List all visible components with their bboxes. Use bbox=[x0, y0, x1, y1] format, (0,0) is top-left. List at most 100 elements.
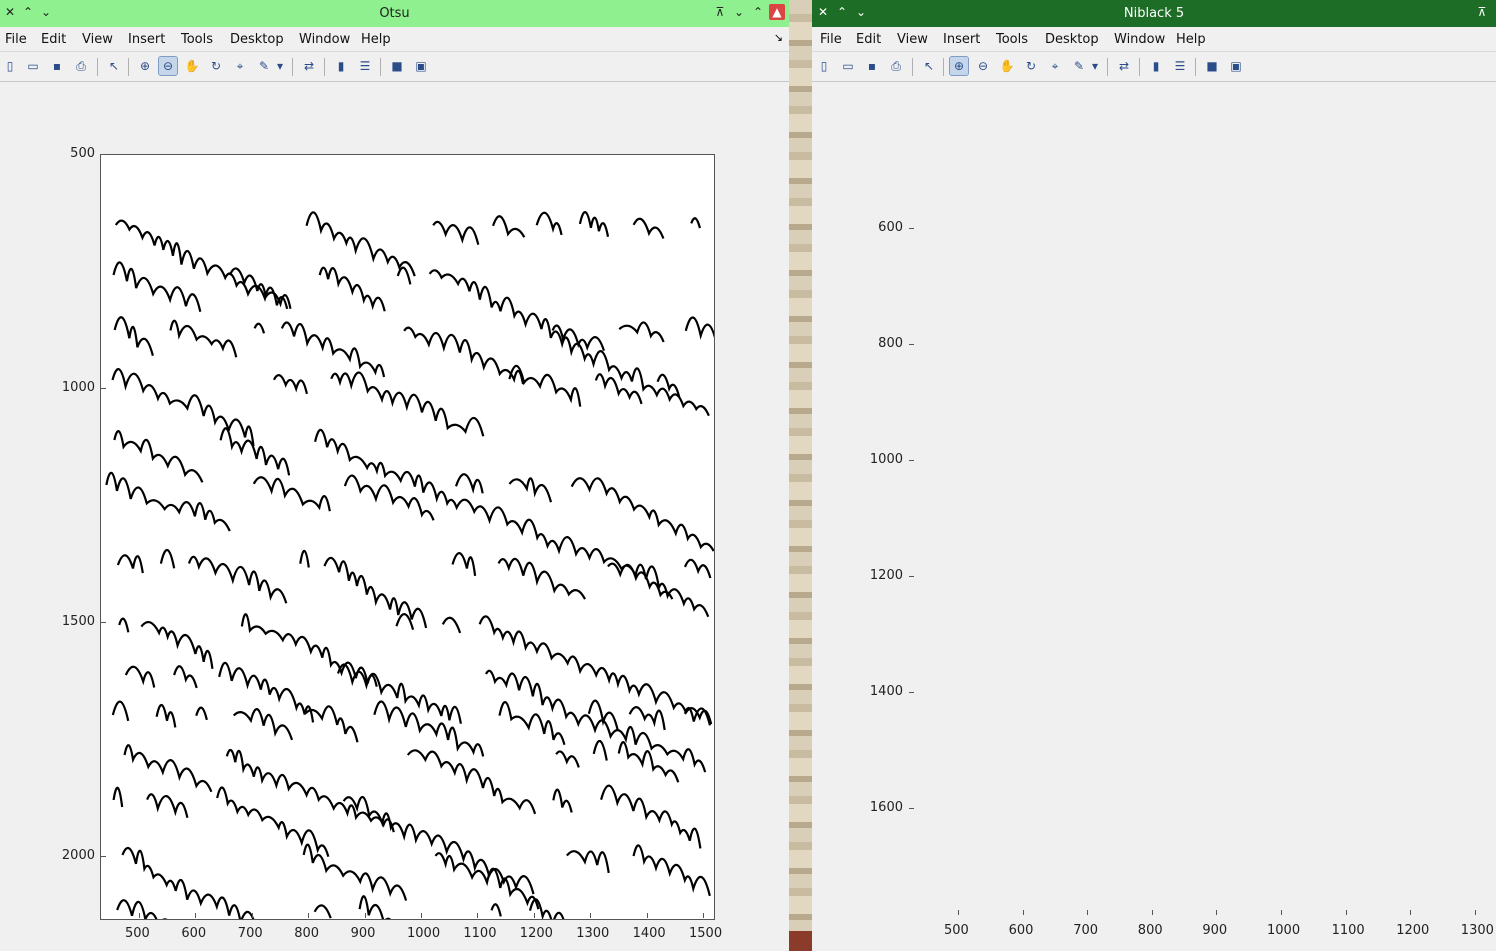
y-tick-mark bbox=[101, 154, 106, 155]
background-document-strip bbox=[789, 0, 812, 951]
menu-edit[interactable]: Edit bbox=[41, 32, 66, 47]
print-icon[interactable]: ⎙ bbox=[72, 57, 90, 75]
x-tick-mark bbox=[1216, 910, 1218, 915]
brush-dropdown-icon[interactable]: ▾ bbox=[275, 57, 285, 75]
x-tick-label: 1300 bbox=[576, 926, 610, 941]
data-cursor-icon[interactable]: ⌖ bbox=[1046, 57, 1064, 75]
save-icon[interactable]: ▪ bbox=[863, 57, 881, 75]
x-tick-mark bbox=[1281, 910, 1282, 915]
new-file-icon[interactable]: ▯ bbox=[1, 57, 19, 75]
save-icon[interactable]: ▪ bbox=[48, 57, 66, 75]
rotate-3d-icon[interactable]: ↻ bbox=[207, 57, 225, 75]
x-tick-label: 700 bbox=[1073, 923, 1099, 938]
x-tick-label: 1200 bbox=[1396, 923, 1430, 938]
brush-icon[interactable]: ✎ bbox=[255, 57, 273, 75]
zoom-in-icon[interactable]: ⊕ bbox=[136, 57, 154, 75]
x-tick-label: 900 bbox=[1202, 923, 1228, 938]
handwriting-stroke bbox=[121, 843, 711, 919]
menu-insert[interactable]: Insert bbox=[128, 32, 165, 47]
x-tick-label: 500 bbox=[125, 926, 150, 941]
rotate-3d-icon[interactable]: ↻ bbox=[1022, 57, 1040, 75]
legend-icon[interactable]: ☰ bbox=[1171, 57, 1189, 75]
y-tick-label: 1500 bbox=[61, 614, 95, 629]
x-tick-mark bbox=[308, 913, 310, 918]
new-file-icon[interactable]: ▯ bbox=[815, 57, 833, 75]
zoom-out-icon[interactable]: ⊖ bbox=[974, 57, 992, 75]
menu-file[interactable]: File bbox=[5, 32, 27, 47]
hide-plot-tools-icon[interactable]: ■ bbox=[1203, 57, 1221, 75]
menu-tools[interactable]: Tools bbox=[996, 32, 1028, 47]
window-title: Otsu bbox=[379, 6, 410, 21]
menu-help[interactable]: Help bbox=[1176, 32, 1206, 47]
pan-hand-icon[interactable]: ✋ bbox=[183, 57, 201, 75]
y-tick-mark bbox=[909, 460, 914, 461]
x-tick-mark bbox=[590, 913, 592, 918]
zoom-out-icon[interactable]: ⊖ bbox=[158, 56, 178, 76]
x-tick-label: 1100 bbox=[1331, 923, 1365, 938]
figure-toolbar: ▯ ▭ ▪ ⎙ ↖ ⊕ ⊖ ✋ ↻ ⌖ ✎ ▾ ⇄ ▮ ☰ ■ ▣ bbox=[812, 52, 1496, 82]
menu-file[interactable]: File bbox=[820, 32, 842, 47]
data-cursor-icon[interactable]: ⌖ bbox=[231, 57, 249, 75]
minimize-icon[interactable]: ⊼ bbox=[712, 4, 728, 20]
app-menu-icon[interactable]: ▲ bbox=[769, 4, 785, 20]
legend-icon[interactable]: ☰ bbox=[356, 57, 374, 75]
x-tick-label: 900 bbox=[350, 926, 376, 941]
open-folder-icon[interactable]: ▭ bbox=[839, 57, 857, 75]
show-plot-tools-icon[interactable]: ▣ bbox=[1227, 57, 1245, 75]
y-tick-mark bbox=[909, 808, 914, 809]
hide-plot-tools-icon[interactable]: ■ bbox=[388, 57, 406, 75]
image-axes-otsu[interactable] bbox=[100, 154, 715, 920]
brush-dropdown-icon[interactable]: ▾ bbox=[1090, 57, 1100, 75]
x-tick-mark bbox=[703, 913, 704, 918]
y-tick-mark bbox=[101, 856, 106, 857]
select-arrow-icon[interactable]: ↖ bbox=[105, 57, 123, 75]
menu-desktop[interactable]: Desktop bbox=[1045, 32, 1099, 47]
handwriting-stroke bbox=[105, 471, 714, 552]
brush-icon[interactable]: ✎ bbox=[1070, 57, 1088, 75]
maximize-icon[interactable]: ⌃ bbox=[750, 4, 766, 20]
select-arrow-icon[interactable]: ↖ bbox=[920, 57, 938, 75]
handwriting-stroke bbox=[113, 427, 710, 618]
handwriting-stroke bbox=[116, 212, 714, 309]
print-icon[interactable]: ⎙ bbox=[887, 57, 905, 75]
figure-window-niblack: ✕ ⌃ ⌄ Niblack 5 ⊼ File Edit View Insert … bbox=[812, 0, 1496, 951]
handwriting-stroke bbox=[114, 786, 714, 894]
x-tick-mark bbox=[1087, 910, 1089, 915]
menu-view[interactable]: View bbox=[82, 32, 113, 47]
link-plot-icon[interactable]: ⇄ bbox=[300, 57, 318, 75]
handwriting-stroke bbox=[114, 262, 714, 415]
x-tick-mark bbox=[1474, 910, 1476, 915]
colorbar-icon[interactable]: ▮ bbox=[332, 57, 350, 75]
x-tick-label: 700 bbox=[237, 926, 263, 941]
menu-desktop[interactable]: Desktop bbox=[230, 32, 284, 47]
menu-insert[interactable]: Insert bbox=[943, 32, 980, 47]
link-plot-icon[interactable]: ⇄ bbox=[1115, 57, 1133, 75]
zoom-in-icon[interactable]: ⊕ bbox=[949, 56, 969, 76]
y-tick-label: 1000 bbox=[61, 380, 95, 395]
pan-hand-icon[interactable]: ✋ bbox=[998, 57, 1016, 75]
figure-toolbar: ▯ ▭ ▪ ⎙ ↖ ⊕ ⊖ ✋ ↻ ⌖ ✎ ▾ ⇄ ▮ ☰ ■ ▣ bbox=[0, 52, 789, 82]
x-tick-mark bbox=[1022, 910, 1024, 915]
title-bar[interactable]: ✕ ⌃ ⌄ Niblack 5 ⊼ bbox=[812, 0, 1496, 27]
open-folder-icon[interactable]: ▭ bbox=[24, 57, 42, 75]
title-bar[interactable]: ✕ ⌃ ⌄ Otsu ⊼ ⌄ ⌃ ▲ bbox=[0, 0, 789, 27]
x-tick-mark bbox=[251, 913, 253, 918]
colorbar-icon[interactable]: ▮ bbox=[1147, 57, 1165, 75]
handwriting-stroke bbox=[117, 896, 714, 919]
menu-view[interactable]: View bbox=[897, 32, 928, 47]
x-tick-mark bbox=[1151, 910, 1153, 915]
shade-icon[interactable]: ⌄ bbox=[731, 4, 747, 20]
y-tick-mark bbox=[909, 344, 914, 345]
x-tick-mark bbox=[477, 913, 479, 918]
menu-window[interactable]: Window bbox=[1114, 32, 1165, 47]
y-tick-label: 800 bbox=[878, 336, 903, 351]
menu-window[interactable]: Window bbox=[299, 32, 350, 47]
menu-edit[interactable]: Edit bbox=[856, 32, 881, 47]
maximize-icon[interactable]: ⊼ bbox=[1474, 4, 1490, 20]
menu-help[interactable]: Help bbox=[361, 32, 391, 47]
dock-arrow-icon[interactable]: ↘ bbox=[774, 31, 783, 44]
show-plot-tools-icon[interactable]: ▣ bbox=[412, 57, 430, 75]
menu-tools[interactable]: Tools bbox=[181, 32, 213, 47]
y-tick-mark bbox=[909, 692, 914, 693]
x-tick-label: 1500 bbox=[689, 926, 723, 941]
